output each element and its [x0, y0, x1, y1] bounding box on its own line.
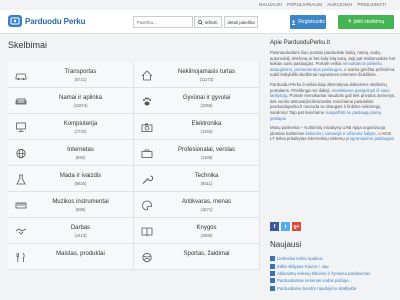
nav-auctions[interactable]: AUKCIONAI — [327, 2, 352, 7]
top-navigation: NAUJAUSI POPULIARIAUSI AUKCIONAI PRISIJU… — [0, 0, 400, 10]
category-food[interactable]: Maistas, produktai — [8, 244, 134, 270]
news-item[interactable]: milko skliypas Kauno r. sav. — [270, 262, 396, 269]
category-transport[interactable]: Transportas (5721) — [8, 62, 134, 88]
category-jobs[interactable]: Darbas (1413) — [8, 218, 134, 244]
about-paragraph-3: Mūsų partneriai – Kultūrinių iniciatyvų … — [270, 125, 395, 142]
palette-icon — [140, 199, 154, 211]
facebook-icon[interactable]: f — [270, 222, 279, 231]
camera-icon — [140, 121, 154, 133]
detailed-search-button[interactable]: detali paieška — [224, 16, 258, 28]
about-title: Apie ParduoduPerku.lt — [270, 40, 331, 46]
food-icon — [14, 251, 28, 263]
category-home[interactable]: Namai ir aplinka (11974) — [8, 88, 134, 114]
category-antiques[interactable]: Antikvaras, menas (1571) — [134, 192, 260, 218]
category-animals[interactable]: Gyvūnai ir gyvulai (1058) — [134, 88, 260, 114]
news-item[interactable]: Parduodame bendro naudojimo skalbykla — [270, 285, 396, 292]
site-logo[interactable]: Parduodu Perku — [8, 15, 85, 27]
user-icon — [291, 19, 296, 25]
dress-icon — [14, 173, 28, 185]
wrench-icon — [140, 173, 154, 185]
programming-link[interactable]: programavimo paslaugas — [346, 136, 394, 141]
category-business[interactable]: Profesionalai, verslas (1168) — [134, 140, 260, 166]
familiarize-link[interactable]: susipažinti su — [325, 110, 351, 115]
book-icon — [140, 225, 154, 237]
news-item[interactable]: Lietmeliui turkio spalvos — [270, 255, 396, 262]
nav-popular[interactable]: POPULIARIAUSI — [287, 2, 322, 7]
house-icon — [140, 69, 154, 81]
category-grid: Transportas (5721) Nekilnojamasis turtas… — [8, 62, 260, 270]
paw-icon — [140, 95, 154, 107]
nav-login[interactable]: PRISIJUNGTI — [357, 2, 386, 7]
category-electronics[interactable]: Elektronika (1292) — [134, 114, 260, 140]
category-books[interactable]: Knygos (1900) — [134, 218, 260, 244]
about-paragraph-2: Parduodu-Perku.lt veikia kaip alternatyv… — [270, 81, 396, 121]
news-item[interactable]: Parduodamas nesenas sodas pačioje... — [270, 277, 396, 284]
sofa-icon — [14, 95, 28, 107]
category-technics[interactable]: Technika (5511) — [134, 166, 260, 192]
search-input[interactable] — [133, 16, 193, 28]
briefcase-icon — [140, 147, 154, 159]
plus-icon: + — [347, 19, 352, 25]
category-music[interactable]: Muzikos instrumentai (596) — [8, 192, 134, 218]
news-thumbnail — [270, 285, 275, 291]
globe-icon — [14, 147, 28, 159]
section-title: Skelbimai — [8, 40, 48, 50]
logo-icon — [8, 15, 22, 27]
computer-icon — [14, 121, 28, 133]
post-ad-button[interactable]: + Įdėti skelbimą — [338, 15, 394, 29]
search-icon — [198, 19, 204, 25]
category-fashion[interactable]: Mada ir ivaizdis (5625) — [8, 166, 134, 192]
site-header: Parduodu Perku Ieškoti detali paieška Re… — [0, 10, 400, 34]
twitter-icon[interactable]: t — [281, 222, 290, 231]
car-icon — [14, 69, 28, 81]
category-real-estate[interactable]: Nekilnojamasis turtas (11173) — [134, 62, 260, 88]
register-button[interactable]: Registruotis — [290, 15, 326, 29]
category-internet[interactable]: Internetas (692) — [8, 140, 134, 166]
ball-icon — [140, 251, 154, 263]
news-thumbnail — [270, 263, 275, 269]
about-sidebar: Apie ParduoduPerku.lt Pasinaudodami šiuo… — [270, 40, 396, 146]
news-item[interactable]: Aklumintų vėlenių tiltinimo ir žymiesu p… — [270, 270, 396, 277]
logo-text: Parduodu Perku — [25, 16, 86, 26]
trips-link[interactable]: kelionės į Lietuvoje ir užsienio šalyse — [306, 131, 376, 136]
news-thumbnail — [270, 270, 275, 276]
news-list: Lietmeliui turkio spalvos milko skliypas… — [270, 255, 396, 292]
search-button[interactable]: Ieškoti — [194, 16, 222, 28]
category-sports[interactable]: Sportas, žaidimai — [134, 244, 260, 270]
news-thumbnail — [270, 278, 275, 284]
category-computers[interactable]: Kompiuterija (1720) — [8, 114, 134, 140]
news-thumbnail — [270, 256, 275, 262]
social-buttons: f t g+ — [270, 222, 301, 231]
about-paragraph-1: Pasinaudodami šiuo portalu parduokite bu… — [270, 50, 396, 78]
news-title: Naujausi — [270, 240, 302, 249]
handshake-icon — [14, 225, 28, 237]
music-icon — [14, 199, 28, 211]
google-plus-icon[interactable]: g+ — [292, 222, 301, 231]
nav-newest[interactable]: NAUJAUSI — [259, 2, 282, 7]
